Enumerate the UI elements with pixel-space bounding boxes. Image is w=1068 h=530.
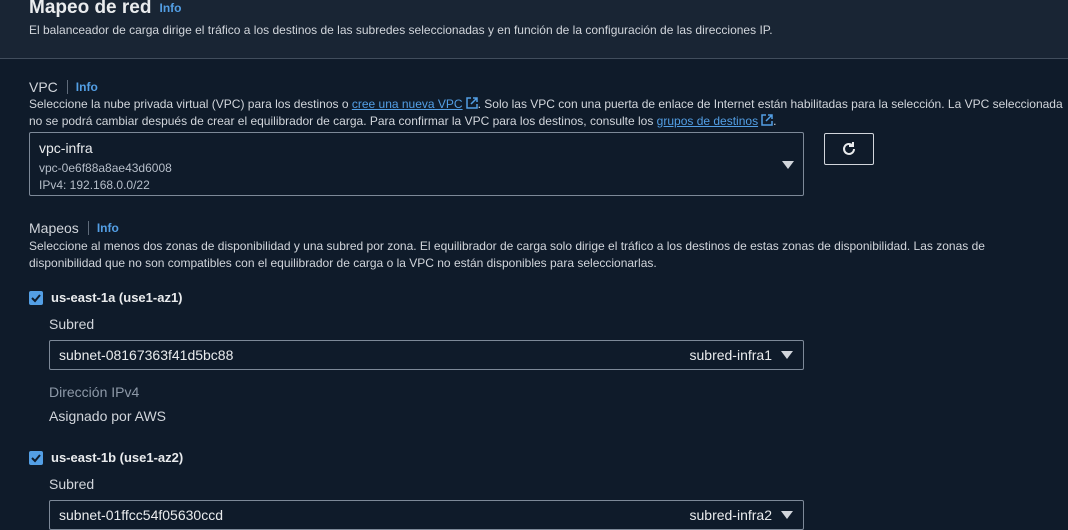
ipv4-label: Dirección IPv4 xyxy=(49,384,140,400)
chevron-down-icon xyxy=(781,511,793,519)
mappings-desc-line: Seleccione al menos dos zonas de disponi… xyxy=(29,239,985,253)
section-title: Mapeo de red Info xyxy=(29,0,181,19)
zone-name: us-east-1a (use1-az1) xyxy=(51,290,183,305)
chevron-down-icon xyxy=(782,161,794,169)
subnet-id: subnet-08167363f41d5bc88 xyxy=(59,347,234,363)
vpc-desc-text: . xyxy=(773,114,777,128)
subnet-name: subred-infra1 xyxy=(689,347,773,363)
subnet-id: subnet-01ffcc54f05630ccd xyxy=(59,507,223,523)
vpc-select[interactable]: vpc-infra vpc-0e6f88a8ae43d6008 IPv4: 19… xyxy=(29,132,804,196)
checkmark-icon xyxy=(31,454,41,463)
vpc-desc-text: Seleccione la nube privada virtual (VPC)… xyxy=(29,97,352,111)
vpc-description: Seleccione la nube privada virtual (VPC)… xyxy=(29,96,1064,130)
vpc-label-row: VPC Info xyxy=(29,79,98,95)
subnet-label: Subred xyxy=(49,476,95,492)
mappings-description: Seleccione al menos dos zonas de disponi… xyxy=(29,238,1064,272)
subnet-label: Subred xyxy=(49,316,95,332)
zone-name: us-east-1b (use1-az2) xyxy=(51,450,184,465)
section-title-text: Mapeo de red xyxy=(29,0,152,18)
ipv4-value: Asignado por AWS xyxy=(49,408,166,424)
zone-checkbox-use1-az2[interactable] xyxy=(29,451,43,465)
zone-checkbox-use1-az1[interactable] xyxy=(29,291,43,305)
mappings-desc-line: disponibilidad que no son compatibles co… xyxy=(29,256,657,270)
subnet-select-zone1[interactable]: subnet-08167363f41d5bc88 subred-infra1 xyxy=(49,340,804,370)
subnet-name: subred-infra2 xyxy=(689,507,773,523)
external-link-icon[interactable] xyxy=(465,97,478,109)
label-divider xyxy=(87,221,89,235)
external-link-icon[interactable] xyxy=(761,114,773,126)
section-header: Mapeo de red Info El balanceador de carga… xyxy=(0,0,1068,59)
create-vpc-link[interactable]: cree una nueva VPC xyxy=(352,97,463,111)
chevron-down-icon xyxy=(781,351,793,359)
mappings-info-link[interactable]: Info xyxy=(97,221,119,235)
vpc-selected-id: vpc-0e6f88a8ae43d6008 xyxy=(39,161,172,175)
label-divider xyxy=(66,80,68,94)
refresh-vpc-button[interactable] xyxy=(824,133,874,165)
mappings-label: Mapeos xyxy=(29,220,79,236)
subnet-select-zone2[interactable]: subnet-01ffcc54f05630ccd subred-infra2 xyxy=(49,500,804,530)
section-info-link[interactable]: Info xyxy=(159,1,181,15)
vpc-selected-ipv4: IPv4: 192.168.0.0/22 xyxy=(39,178,150,192)
vpc-desc-text: no se podrá cambiar después de crear el … xyxy=(29,114,657,128)
vpc-label: VPC xyxy=(29,79,58,95)
mappings-label-row: Mapeos Info xyxy=(29,220,119,236)
vpc-selected-name: vpc-infra xyxy=(39,140,93,156)
vpc-info-link[interactable]: Info xyxy=(76,80,98,94)
refresh-icon xyxy=(843,142,855,155)
checkmark-icon xyxy=(31,294,41,303)
target-groups-link[interactable]: grupos de destinos xyxy=(657,114,758,128)
section-description: El balanceador de carga dirige el tráfic… xyxy=(29,23,773,37)
vpc-desc-text: . Solo las VPC con una puerta de enlace … xyxy=(477,97,1063,111)
network-mapping-body: VPC Info Seleccione la nube privada virt… xyxy=(0,59,1068,530)
